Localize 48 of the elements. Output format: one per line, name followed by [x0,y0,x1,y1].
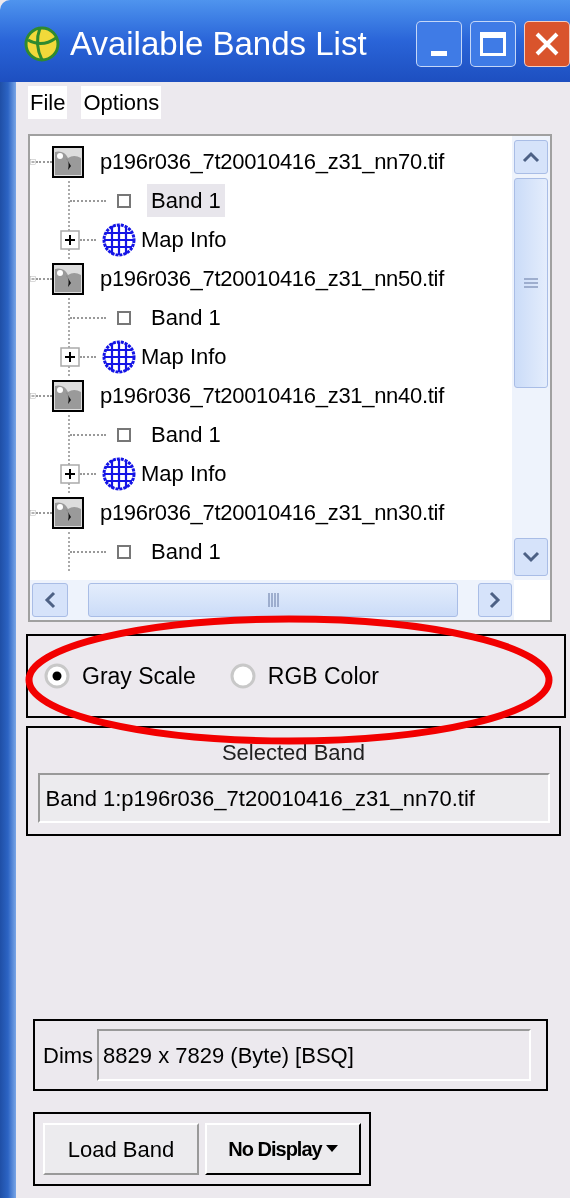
radio-option[interactable]: RGB Color [229,658,379,694]
map-info-label[interactable]: Map Info [137,223,231,256]
band-name[interactable]: Band 1 [147,418,225,451]
scroll-thumb[interactable] [88,583,458,617]
menu-item[interactable]: File [28,85,68,119]
expand-icon[interactable] [60,463,80,484]
expand-icon[interactable] [60,229,80,250]
vertical-scrollbar[interactable] [512,136,550,580]
band-icon [117,427,131,442]
file-name[interactable]: p196r036_7t20010416_z31_nn70.tif [100,145,444,178]
window-title: Available Bands List [70,24,367,65]
map-info-label[interactable]: Map Info [137,457,231,490]
band-icon [117,544,131,559]
close-icon [534,31,560,57]
load-band-button[interactable]: Load Band [43,1123,199,1175]
scroll-down-button[interactable] [514,538,548,576]
maximize-button[interactable] [470,21,516,67]
band-name[interactable]: Band 1 [147,535,225,568]
scroll-thumb[interactable] [514,178,548,388]
menu-item[interactable]: Options [81,85,162,119]
globe-icon [102,222,136,257]
panel-title: Selected Band [221,739,366,767]
dims-field: 8829 x 7829 (Byte) [BSQ] [97,1029,532,1081]
radio-option[interactable]: Gray Scale [44,658,196,694]
file-name[interactable]: p196r036_7t20010416_z31_nn40.tif [100,379,444,412]
display-dropdown[interactable]: No Display [205,1123,361,1175]
band-icon [117,310,131,325]
expand-icon[interactable] [60,346,80,367]
globe-icon [102,456,136,491]
band-name[interactable]: Band 1 [147,184,225,217]
scroll-up-button[interactable] [514,140,548,174]
radio-button[interactable] [44,663,70,689]
dims-label: Dims [43,1041,94,1070]
file-name[interactable]: p196r036_7t20010416_z31_nn50.tif [100,262,444,295]
globe-icon [24,26,60,62]
dropdown-caret-icon [325,1145,338,1153]
scroll-right-button[interactable] [478,583,512,617]
globe-icon [102,339,136,374]
scroll-left-button[interactable] [32,583,68,617]
map-info-label[interactable]: Map Info [137,340,231,373]
minimize-button[interactable] [416,21,462,67]
selected-band-field: Band 1:p196r036_7t20010416_z31_nn70.tif [37,773,550,823]
close-button[interactable] [524,21,570,67]
band-icon [117,193,131,208]
file-name[interactable]: p196r036_7t20010416_z31_nn30.tif [100,496,444,529]
band-name[interactable]: Band 1 [147,301,225,334]
radio-button[interactable] [229,663,256,689]
horizontal-scrollbar[interactable] [30,580,514,620]
